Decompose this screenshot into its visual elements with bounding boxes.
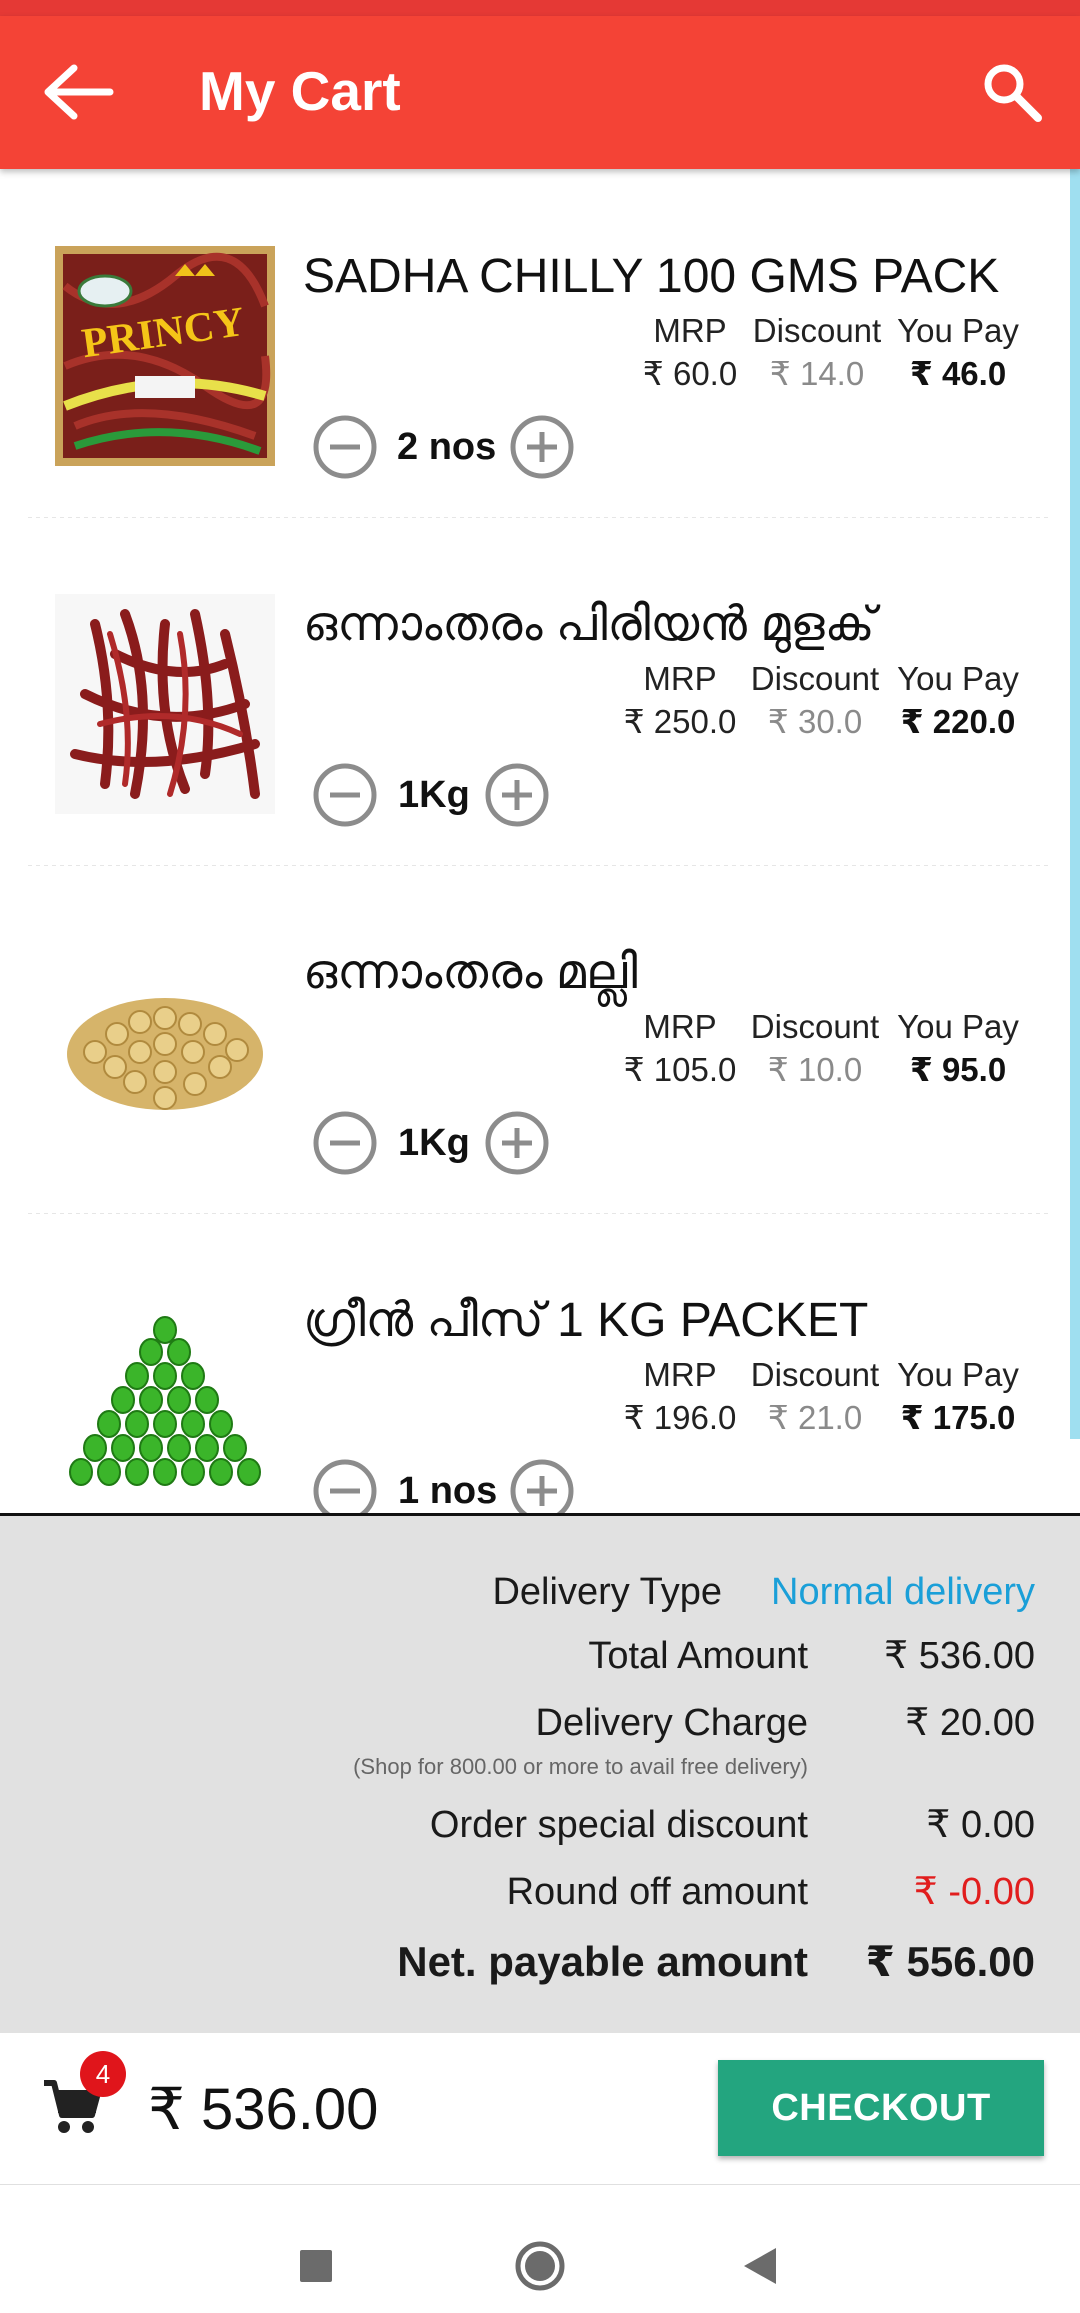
delivery-type-label: Delivery Type <box>492 1571 722 1613</box>
cart-item-list[interactable]: PRINCY SADHA CHILLY 100 GMS PACK MRP Dis… <box>0 169 1080 1515</box>
discount-header: Discount <box>750 660 880 697</box>
cart-screen: My Cart PRINCY SADHA CHILLY 100 GMS PACK… <box>0 0 1080 2313</box>
mrp-value: ₹ 196.0 <box>623 1399 737 1436</box>
minus-circle-icon[interactable] <box>312 1458 378 1515</box>
special-discount-value: ₹ 0.00 <box>926 1804 1035 1846</box>
mrp-value: ₹ 250.0 <box>623 703 737 740</box>
order-summary: Delivery Type Normal delivery Total Amou… <box>0 1513 1080 2033</box>
cart-count-badge: 4 <box>80 2051 126 2097</box>
discount-value: ₹ 30.0 <box>767 703 863 740</box>
mrp-header: MRP <box>643 1356 717 1393</box>
you-pay-header: You Pay <box>897 1356 1019 1393</box>
delivery-type-value[interactable]: Normal delivery <box>771 1568 1035 1616</box>
mrp-value: ₹ 60.0 <box>642 355 738 392</box>
divider <box>28 1213 1052 1214</box>
quantity-value: 1Kg <box>398 1122 470 1164</box>
recents-square-icon[interactable] <box>299 2249 333 2283</box>
special-discount-label: Order special discount <box>429 1804 808 1846</box>
discount-header: Discount <box>750 1356 880 1393</box>
home-circle-icon[interactable] <box>514 2240 566 2292</box>
plus-circle-icon[interactable] <box>509 414 575 480</box>
round-off-value: ₹ -0.00 <box>913 1871 1035 1913</box>
system-navigation-bar <box>0 2185 1080 2313</box>
red-chilli-image <box>55 594 275 814</box>
divider <box>28 517 1052 518</box>
discount-value: ₹ 10.0 <box>767 1051 863 1088</box>
you-pay-value: ₹ 220.0 <box>900 703 1016 740</box>
you-pay-header: You Pay <box>897 312 1019 349</box>
you-pay-header: You Pay <box>897 660 1019 697</box>
delivery-charge-value: ₹ 20.00 <box>905 1702 1035 1744</box>
delivery-charge-label: Delivery Charge <box>535 1702 808 1744</box>
discount-value: ₹ 21.0 <box>767 1399 863 1436</box>
net-payable-label: Net. payable amount <box>397 1938 808 1985</box>
cart-item: ഗ്രീൻ പീസ് 1 KG PACKET MRP Discount You … <box>0 1243 1060 1515</box>
minus-circle-icon[interactable] <box>312 762 378 828</box>
mrp-header: MRP <box>653 312 727 349</box>
page-title: My Cart <box>199 60 401 122</box>
checkout-bar: 4 ₹ 536.00 CHECKOUT <box>0 2033 1080 2185</box>
mrp-value: ₹ 105.0 <box>623 1051 737 1088</box>
chilly-pack-image: PRINCY <box>55 246 275 466</box>
discount-value: ₹ 14.0 <box>769 355 865 392</box>
green-peas-image <box>55 1290 275 1510</box>
quantity-value: 1 nos <box>398 1470 498 1512</box>
app-bar: My Cart <box>0 16 1080 169</box>
item-name: SADHA CHILLY 100 GMS PACK <box>303 250 1000 303</box>
total-amount-label: Total Amount <box>588 1635 808 1677</box>
item-name: ഒന്നാംതരം പിരിയൻ മുളക് <box>303 598 875 651</box>
plus-circle-icon[interactable] <box>484 1110 550 1176</box>
free-delivery-note: (Shop for 800.00 or more to avail free d… <box>353 1754 808 1779</box>
coriander-image <box>55 942 275 1162</box>
round-off-label: Round off amount <box>506 1871 808 1913</box>
back-triangle-icon[interactable] <box>742 2246 778 2286</box>
you-pay-value: ₹ 95.0 <box>909 1051 1007 1088</box>
discount-header: Discount <box>750 1008 880 1045</box>
cart-item: ഒന്നാംതരം പിരിയൻ മുളക് MRP Discount You … <box>0 547 1060 895</box>
minus-circle-icon[interactable] <box>312 414 378 480</box>
quantity-value: 2 nos <box>397 426 497 468</box>
item-name: ഒന്നാംതരം മല്ലി <box>303 946 638 999</box>
cart-item: PRINCY SADHA CHILLY 100 GMS PACK MRP Dis… <box>0 199 1060 547</box>
you-pay-header: You Pay <box>897 1008 1019 1045</box>
net-payable-value: ₹ 556.00 <box>865 1938 1035 1985</box>
arrow-left-icon[interactable] <box>40 62 116 122</box>
checkout-button[interactable]: CHECKOUT <box>718 2060 1044 2156</box>
cart-item: ഒന്നാംതരം മല്ലി MRP Discount You Pay ₹ 1… <box>0 895 1060 1243</box>
you-pay-value: ₹ 175.0 <box>900 1399 1016 1436</box>
you-pay-value: ₹ 46.0 <box>909 355 1007 392</box>
cart-total: ₹ 536.00 <box>148 2077 379 2142</box>
quantity-value: 1Kg <box>398 774 470 816</box>
mrp-header: MRP <box>643 1008 717 1045</box>
minus-circle-icon[interactable] <box>312 1110 378 1176</box>
plus-circle-icon[interactable] <box>509 1458 575 1515</box>
status-bar <box>0 0 1080 16</box>
discount-header: Discount <box>752 312 882 349</box>
scrollbar[interactable] <box>1070 169 1080 1439</box>
divider <box>28 865 1052 866</box>
item-name: ഗ്രീൻ പീസ് 1 KG PACKET <box>303 1294 869 1347</box>
total-amount-value: ₹ 536.00 <box>884 1635 1035 1677</box>
plus-circle-icon[interactable] <box>484 762 550 828</box>
mrp-header: MRP <box>643 660 717 697</box>
search-icon[interactable] <box>980 60 1044 124</box>
